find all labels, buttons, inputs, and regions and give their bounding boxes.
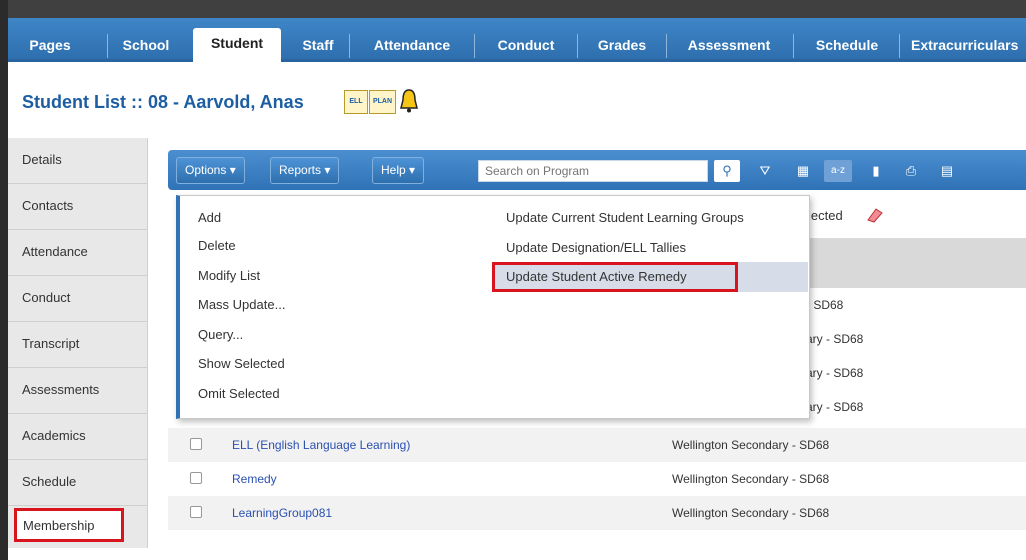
eraser-icon[interactable] [864, 206, 884, 224]
filter-icon[interactable]: ⛛ [748, 160, 782, 182]
sidebar-item-assessments[interactable]: Assessments [8, 368, 148, 414]
sidebar-item-details[interactable]: Details [8, 138, 148, 184]
table-row[interactable]: ELL (English Language Learning) Wellingt… [168, 428, 1026, 462]
menu-item-mass-update[interactable]: Mass Update... [198, 297, 285, 312]
list-toolbar: Options ▾ Reports ▾ Help ▾ ⚲ ⛛ ▦ a-z ▮ ⎙… [168, 150, 1026, 190]
main-nav: Pages School Student Staff Attendance Co… [8, 18, 1026, 64]
plan-badge-icon: PLAN [369, 90, 396, 114]
table-row[interactable]: Remedy Wellington Secondary - SD68 [168, 462, 1026, 496]
menu-item-omit-selected[interactable]: Omit Selected [198, 386, 280, 401]
nav-divider [107, 34, 108, 58]
grid-header [798, 238, 1026, 288]
table-row[interactable]: LearningGroup081 Wellington Secondary - … [168, 496, 1026, 530]
tab-school[interactable]: School [110, 30, 182, 64]
ell-badge-icon: ELL [344, 90, 368, 114]
school-cell: Wellington Secondary - SD68 [672, 472, 830, 486]
sidebar: Details Contacts Attendance Conduct Tran… [8, 138, 148, 548]
search-icon[interactable]: ⚲ [714, 160, 740, 182]
tab-conduct[interactable]: Conduct [477, 30, 575, 64]
nav-divider [349, 34, 350, 58]
menu-item-modify-list[interactable]: Modify List [198, 268, 260, 283]
sidebar-item-attendance[interactable]: Attendance [8, 230, 148, 276]
school-cell: ary - SD68 [806, 366, 864, 380]
highlight-annotation-box [492, 262, 738, 292]
row-checkbox[interactable] [190, 438, 202, 450]
nav-divider [577, 34, 578, 58]
tab-grades[interactable]: Grades [581, 30, 663, 64]
nav-divider [666, 34, 667, 58]
reports-button[interactable]: Reports ▾ [270, 157, 340, 184]
sidebar-item-membership[interactable]: Membership [14, 508, 124, 542]
options-button[interactable]: Options ▾ [176, 157, 245, 184]
tab-extracurriculars[interactable]: Extracurriculars [903, 30, 1026, 64]
program-name-link[interactable]: ELL (English Language Learning) [232, 438, 410, 452]
tab-attendance[interactable]: Attendance [353, 30, 471, 64]
tab-student[interactable]: Student [193, 28, 281, 64]
menu-item-show-selected[interactable]: Show Selected [198, 356, 285, 371]
program-name-link[interactable]: LearningGroup081 [232, 506, 332, 520]
menu-item-update-designation-ell[interactable]: Update Designation/ELL Tallies [506, 240, 686, 255]
menu-item-query[interactable]: Query... [198, 327, 243, 342]
menu-item-delete[interactable]: Delete [198, 238, 236, 253]
grid-icon[interactable]: ▦ [790, 160, 816, 182]
school-cell: - SD68 [806, 298, 844, 312]
sort-az-icon[interactable]: a-z [824, 160, 852, 182]
tab-schedule[interactable]: Schedule [797, 30, 897, 64]
row-checkbox[interactable] [190, 472, 202, 484]
book-icon[interactable]: ▤ [934, 160, 960, 182]
options-dropdown-menu: Add Delete Modify List Mass Update... Qu… [176, 195, 810, 419]
page-title: Student List :: 08 - Aarvold, Anas [22, 92, 304, 112]
menu-item-add[interactable]: Add [198, 210, 221, 225]
nav-divider [793, 34, 794, 58]
tab-assessment[interactable]: Assessment [669, 30, 789, 64]
window-top-strip [8, 0, 1026, 18]
tab-pages[interactable]: Pages [16, 30, 84, 64]
print-icon[interactable]: ⎙ [898, 160, 924, 182]
selected-count-label: lected [808, 208, 843, 223]
school-cell: Wellington Secondary - SD68 [672, 438, 830, 452]
school-cell: Wellington Secondary - SD68 [672, 506, 830, 520]
sidebar-item-schedule[interactable]: Schedule [8, 460, 148, 506]
search-input[interactable] [478, 160, 708, 182]
chart-icon[interactable]: ▮ [864, 160, 888, 182]
tab-staff[interactable]: Staff [289, 30, 347, 64]
sidebar-item-academics[interactable]: Academics [8, 414, 148, 460]
alert-bell-icon [400, 89, 418, 113]
row-checkbox[interactable] [190, 506, 202, 518]
nav-divider [474, 34, 475, 58]
nav-divider [899, 34, 900, 58]
menu-item-update-learning-groups[interactable]: Update Current Student Learning Groups [506, 210, 744, 225]
app-frame: Pages School Student Staff Attendance Co… [0, 0, 1026, 560]
help-button[interactable]: Help ▾ [372, 157, 425, 184]
program-name-link[interactable]: Remedy [232, 472, 277, 486]
sidebar-item-contacts[interactable]: Contacts [8, 184, 148, 230]
sidebar-item-conduct[interactable]: Conduct [8, 276, 148, 322]
sidebar-item-transcript[interactable]: Transcript [8, 322, 148, 368]
school-cell: ary - SD68 [806, 332, 864, 346]
school-cell: ary - SD68 [806, 400, 864, 414]
